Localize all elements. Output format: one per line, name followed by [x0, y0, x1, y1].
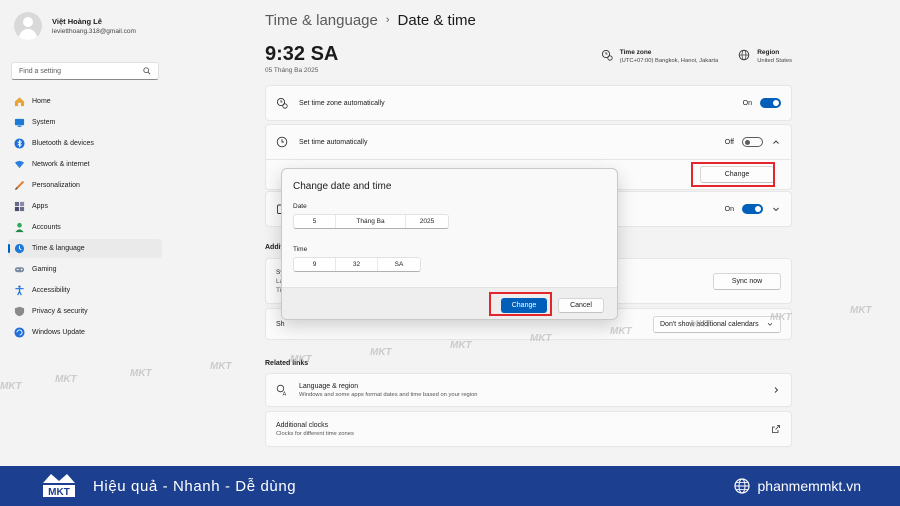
- mkt-logo-icon: MKT: [43, 474, 75, 498]
- globe-icon: [733, 478, 750, 494]
- sidebar-item-label: Network & internet: [32, 161, 90, 168]
- sidebar-item-label: Home: [32, 98, 51, 105]
- time-language-icon: [14, 243, 25, 254]
- sidebar-item-windows-update[interactable]: Windows Update: [8, 323, 162, 342]
- section-related-links: Related links: [265, 360, 309, 367]
- personalization-icon: [14, 180, 25, 191]
- website-url: phanmemmkt.vn: [757, 478, 861, 494]
- chevron-down-icon: [767, 322, 773, 326]
- daylight-saving-toggle[interactable]: [742, 204, 763, 214]
- external-link-icon: [772, 425, 780, 433]
- sidebar-item-label: Apps: [32, 203, 48, 210]
- ampm-field[interactable]: SA: [378, 258, 420, 271]
- sidebar-item-label: Accessibility: [32, 287, 71, 294]
- highlight-change-button: [691, 162, 775, 187]
- related-desc: Clocks for different time zones: [276, 430, 354, 437]
- sidebar-item-privacy[interactable]: Privacy & security: [8, 302, 162, 321]
- day-field[interactable]: 5: [294, 215, 336, 228]
- sidebar-item-label: Windows Update: [32, 329, 85, 336]
- dialog-title: Change date and time: [293, 181, 392, 192]
- watermark-text: MKT: [850, 305, 872, 316]
- sidebar-item-apps[interactable]: Apps: [8, 197, 162, 216]
- year-field[interactable]: 2025: [406, 215, 448, 228]
- sidebar-item-gaming[interactable]: Gaming: [8, 260, 162, 279]
- sync-now-button[interactable]: Sync now: [713, 272, 781, 290]
- dialog-cancel-button[interactable]: Cancel: [558, 298, 604, 313]
- banner-website[interactable]: phanmemmkt.vn: [733, 478, 861, 494]
- profile-name: Việt Hoàng Lê: [52, 17, 102, 26]
- profile-email: levietthoang.318@gmail.com: [52, 28, 136, 35]
- related-link-additional-clocks[interactable]: Additional clocks Clocks for different t…: [265, 411, 792, 447]
- calendar-select-value: Don't show additional calendars: [660, 320, 759, 328]
- calendar-select[interactable]: Don't show additional calendars: [653, 315, 781, 333]
- dialog-footer: Change Cancel: [282, 287, 617, 319]
- user-profile[interactable]: Việt Hoàng Lê levietthoang.318@gmail.com: [8, 0, 162, 48]
- toggle-state: On: [742, 99, 752, 107]
- search-icon: [143, 67, 151, 75]
- time-label: Time: [293, 246, 308, 253]
- network-icon: [14, 159, 25, 170]
- related-desc: Windows and some apps format dates and t…: [299, 391, 478, 398]
- sidebar-item-label: System: [32, 119, 56, 126]
- sidebar-item-label: Privacy & security: [32, 308, 88, 315]
- svg-text:A: A: [283, 392, 287, 397]
- sidebar-item-label: Bluetooth & devices: [32, 140, 94, 147]
- related-link-language-region[interactable]: A Language & region Windows and some app…: [265, 373, 792, 407]
- gaming-icon: [14, 264, 25, 275]
- sidebar-item-accounts[interactable]: Accounts: [8, 218, 162, 237]
- sidebar-item-label: Accounts: [32, 224, 61, 231]
- time-picker[interactable]: 9 32 SA: [293, 257, 421, 272]
- home-icon: [14, 96, 25, 107]
- sidebar-item-accessibility[interactable]: Accessibility: [8, 281, 162, 300]
- setting-time-auto[interactable]: Set time automatically Off: [265, 124, 792, 160]
- watermark-text: MKT: [210, 361, 232, 372]
- sidebar-item-personalization[interactable]: Personalization: [8, 176, 162, 195]
- banner-tagline: Hiệu quả - Nhanh - Dễ dùng: [93, 477, 297, 495]
- setting-label: Set time automatically: [299, 138, 368, 146]
- sidebar-item-system[interactable]: System: [8, 113, 162, 132]
- apps-icon: [14, 201, 25, 212]
- accounts-icon: [14, 222, 25, 233]
- toggle-state: Off: [724, 138, 734, 146]
- sidebar-item-bluetooth[interactable]: Bluetooth & devices: [8, 134, 162, 153]
- sidebar-item-time-language[interactable]: Time & language: [8, 239, 162, 258]
- calendar-label-partial: Sh: [276, 320, 285, 328]
- hour-field[interactable]: 9: [294, 258, 336, 271]
- date-picker[interactable]: 5 Tháng Ba 2025: [293, 214, 449, 229]
- timezone-auto-toggle[interactable]: [760, 98, 781, 108]
- update-icon: [14, 327, 25, 338]
- sidebar-item-home[interactable]: Home: [8, 92, 162, 111]
- time-auto-toggle[interactable]: [742, 137, 763, 147]
- related-title: Language & region: [299, 382, 359, 390]
- month-field[interactable]: Tháng Ba: [336, 215, 406, 228]
- sidebar-item-network[interactable]: Network & internet: [8, 155, 162, 174]
- sidebar: Việt Hoàng Lê levietthoang.318@gmail.com…: [0, 0, 170, 466]
- toggle-state: On: [724, 205, 734, 213]
- language-region-icon: A: [276, 384, 287, 397]
- search-input[interactable]: Find a setting: [11, 62, 159, 80]
- sidebar-item-label: Personalization: [32, 182, 80, 189]
- sidebar-item-label: Gaming: [32, 266, 57, 273]
- avatar: [14, 12, 42, 40]
- chevron-up-icon[interactable]: [771, 137, 781, 147]
- sidebar-item-label: Time & language: [32, 245, 85, 252]
- promo-banner: MKT Hiệu quả - Nhanh - Dễ dùng phanmemmk…: [0, 466, 900, 506]
- clock-icon: [276, 136, 288, 148]
- minute-field[interactable]: 32: [336, 258, 378, 271]
- system-icon: [14, 117, 25, 128]
- accessibility-icon: [14, 285, 25, 296]
- chevron-down-icon[interactable]: [771, 204, 781, 214]
- setting-label: Set time zone automatically: [299, 99, 385, 107]
- related-title: Additional clocks: [276, 421, 329, 429]
- setting-timezone-auto[interactable]: Set time zone automatically On: [265, 85, 792, 121]
- bluetooth-icon: [14, 138, 25, 149]
- change-date-time-dialog: Change date and time Date 5 Tháng Ba 202…: [281, 168, 618, 320]
- date-label: Date: [293, 203, 307, 210]
- search-placeholder: Find a setting: [19, 67, 62, 75]
- highlight-dialog-change: [489, 292, 552, 316]
- chevron-right-icon: [774, 387, 779, 393]
- logo-text: MKT: [48, 487, 70, 498]
- timezone-sync-icon: [276, 97, 288, 109]
- privacy-icon: [14, 306, 25, 317]
